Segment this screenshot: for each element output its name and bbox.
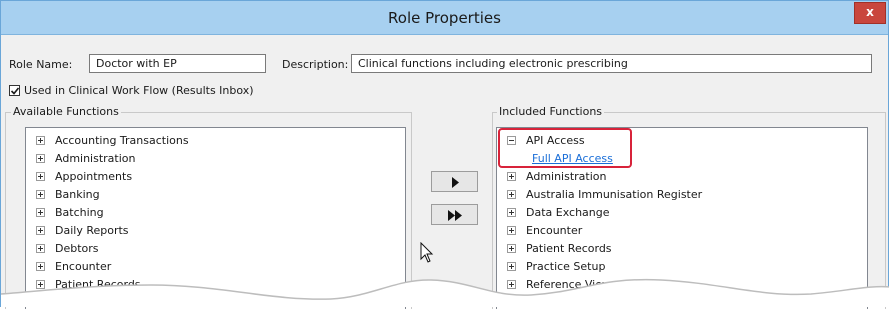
- role-properties-window: Role Properties x Role Name: Doctor with…: [0, 0, 889, 309]
- torn-edge-decoration: [1, 278, 889, 307]
